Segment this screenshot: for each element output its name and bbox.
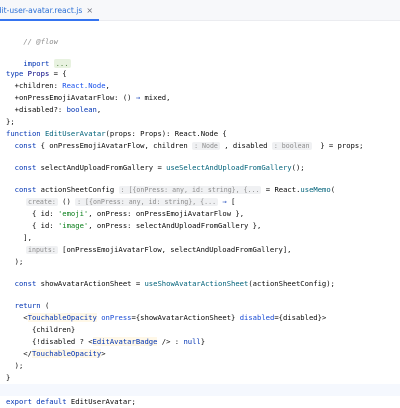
param-hint-inputs: inputs: <box>26 246 58 254</box>
code-line-18: { id: 'image', onPress: selectAndUploadF… <box>6 221 262 230</box>
type-hint: : [{onPress: any, id: string}, {... <box>118 186 262 194</box>
tab-edit-user-avatar[interactable]: edit-user-avatar.react.js × <box>0 0 100 21</box>
type-hint: : [{onPress: any, id: string}, {... <box>75 198 219 206</box>
code-line-29: </TouchableOpacity> <box>6 349 106 358</box>
param-hint-create: create: <box>26 198 58 206</box>
code-line-15: const actionSheetConfig : [{onPress: any… <box>6 185 336 194</box>
code-line-17: { id: 'emoji', onPress: onPressEmojiAvat… <box>6 209 245 218</box>
type-hint: : boolean <box>271 142 312 150</box>
code-line-10: function EditUserAvatar(props: Props): R… <box>6 129 227 138</box>
code-line-26: <TouchableOpacity onPress={showAvatarAct… <box>6 313 327 322</box>
code-line-8: +disabled?: boolean, <box>6 105 102 114</box>
tab-filename: edit-user-avatar.react.js <box>0 5 83 15</box>
code-line-28: {!disabled ? <EditAvatarBadge /> : null} <box>6 337 206 346</box>
current-line-highlight <box>0 384 400 396</box>
code-line-25: return ( <box>6 301 50 310</box>
code-line-31: } <box>6 373 11 382</box>
code-line-21: ); <box>6 257 24 266</box>
code-line-27: {children} <box>6 325 76 334</box>
code-editor[interactable]: // @flow import ... type Props = { +chil… <box>0 21 400 406</box>
code-line-9: }; <box>6 117 15 126</box>
code-line-16: create: () : [{onPress: any, id: string}… <box>26 197 236 206</box>
code-line-20: inputs: [onPressEmojiAvatarFlow, selectA… <box>26 245 292 254</box>
code-line-33: export default EditUserAvatar; <box>6 397 136 406</box>
folded-imports[interactable]: ... <box>53 59 71 68</box>
type-hint: : Node <box>192 142 220 150</box>
code-line-11: const { onPressEmojiAvatarFlow, children… <box>6 141 364 150</box>
close-tab-icon[interactable]: × <box>86 6 93 15</box>
code-line-23: const showAvatarActionSheet = useShowAva… <box>6 279 335 288</box>
code-line-6: +children: React.Node, <box>6 81 110 90</box>
code-line-3: import ... <box>23 59 71 68</box>
code-line-5: type Props = { <box>6 69 67 78</box>
code-line-19: ], <box>6 233 32 242</box>
code-line-30: ); <box>6 361 24 370</box>
editor-tab-bar: edit-user-avatar.react.js × <box>0 0 400 21</box>
code-line-1: // @flow <box>23 37 58 46</box>
code-line-13: const selectAndUploadFromGallery = useSe… <box>6 163 305 172</box>
code-line-7: +onPressEmojiAvatarFlow: () ⇒ mixed, <box>6 93 171 102</box>
